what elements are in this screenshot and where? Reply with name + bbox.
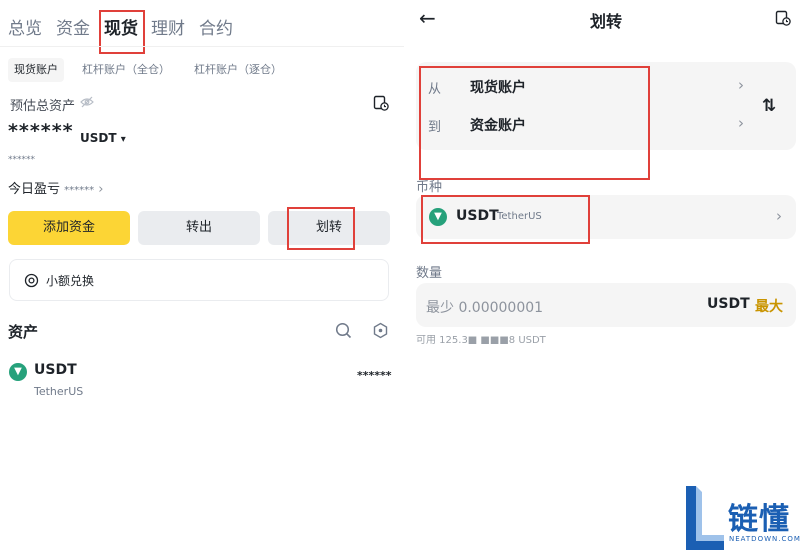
amount-input[interactable]: 最少 0.00000001 USDT 最大 xyxy=(416,283,796,327)
available-balance-text: 可用 125.3■ ■■■8 USDT xyxy=(416,335,546,344)
chevron-right-icon: › xyxy=(98,182,104,197)
asset-name: TetherUS xyxy=(34,385,84,398)
chevron-right-icon: › xyxy=(776,207,782,225)
max-button[interactable]: 最大 xyxy=(755,296,783,316)
total-balance-masked: ****** xyxy=(8,120,74,142)
search-icon[interactable] xyxy=(335,322,352,339)
page-title: 划转 xyxy=(590,12,623,31)
add-funds-button[interactable]: 添加资金 xyxy=(8,211,130,245)
tether-icon: ▼ xyxy=(9,363,27,381)
transfer-out-button[interactable]: 转出 xyxy=(138,211,260,245)
asset-symbol: USDT xyxy=(34,362,77,378)
highlight-box-accounts xyxy=(419,66,650,180)
settings-hexagon-icon[interactable] xyxy=(372,322,389,339)
tab-overview[interactable]: 总览 xyxy=(8,14,42,39)
back-arrow-icon[interactable]: ← xyxy=(419,6,436,30)
swap-accounts-icon[interactable]: ⇅ xyxy=(762,96,776,116)
tab-funding[interactable]: 资金 xyxy=(56,14,90,39)
today-pnl-masked: ****** xyxy=(64,185,95,196)
small-convert-bar[interactable]: 小额兑换 xyxy=(9,259,389,301)
watermark-brand: 链懂 xyxy=(728,502,790,537)
assets-heading: 资产 xyxy=(8,323,39,341)
estimated-total-label: 预估总资产 xyxy=(10,99,76,114)
highlight-box-transfer-button xyxy=(287,207,355,250)
history-icon[interactable] xyxy=(373,95,389,111)
asset-amount-masked: ****** xyxy=(357,369,392,382)
amount-placeholder: 最少 0.00000001 xyxy=(426,300,544,316)
watermark-domain: NEATDOWN.COM xyxy=(729,535,800,543)
tab-earn[interactable]: 理财 xyxy=(151,14,185,39)
chevron-right-icon: › xyxy=(738,114,744,132)
currency-label: USDT xyxy=(80,131,117,145)
asset-row-usdt[interactable]: ▼ USDT TetherUS ****** xyxy=(0,360,404,402)
available-balance: 可用 125.3■ ■■■8 USDT xyxy=(416,334,556,344)
amount-section-label: 数量 xyxy=(416,266,443,281)
coin-section-label: 币种 xyxy=(416,180,443,195)
divider xyxy=(0,46,404,47)
currency-selector[interactable]: USDT ▾ xyxy=(80,131,126,145)
highlight-box-spot-tab xyxy=(99,10,145,54)
history-icon[interactable] xyxy=(775,10,791,26)
convert-icon xyxy=(24,273,39,288)
today-pnl-row[interactable]: 今日盈亏 ****** › xyxy=(8,178,104,197)
today-pnl-label: 今日盈亏 xyxy=(8,182,61,197)
tab-futures[interactable]: 合约 xyxy=(199,14,233,39)
highlight-box-coin xyxy=(421,195,590,244)
subtab-spot-account[interactable]: 现货账户 xyxy=(8,58,64,82)
neatdown-logo-mark xyxy=(684,484,726,551)
fiat-balance-masked: ****** xyxy=(8,155,35,165)
eye-hidden-icon[interactable] xyxy=(80,94,94,108)
chevron-right-icon: › xyxy=(738,76,744,94)
small-convert-label: 小额兑换 xyxy=(46,274,95,288)
subtab-margin-cross[interactable]: 杠杆账户（全仓） xyxy=(76,58,176,82)
caret-down-icon: ▾ xyxy=(120,134,126,145)
amount-unit: USDT xyxy=(707,296,750,312)
subtab-margin-isolated[interactable]: 杠杆账户（逐仓） xyxy=(188,58,288,82)
